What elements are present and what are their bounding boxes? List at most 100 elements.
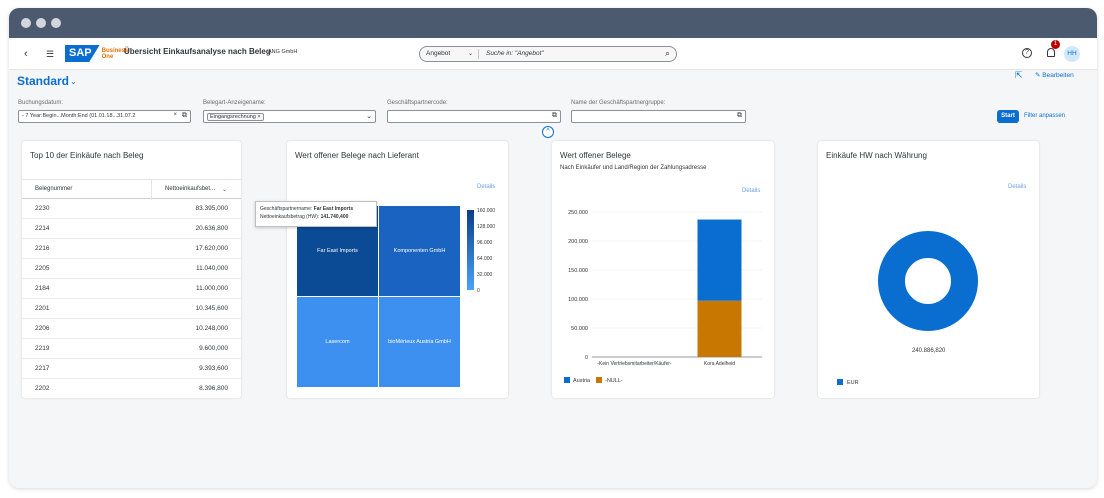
scale-tick: 128.000 [477, 224, 496, 230]
table-row[interactable]: 2217 9.393,600 [22, 359, 241, 379]
table-row[interactable]: 2184 11.000,000 [22, 279, 241, 299]
card-donut-chart[interactable]: Einkäufe HW nach Währung Details EUR 240… [818, 141, 1039, 398]
cell-belegnummer: 2230 [35, 205, 50, 212]
table-row[interactable]: 2201 10.345,600 [22, 299, 241, 319]
table-row[interactable]: 2202 8.396,800 [22, 379, 241, 399]
notification-bell-icon[interactable] [1047, 48, 1055, 57]
edit-button-label: Bearbeiten [1042, 72, 1074, 79]
bar-segment[interactable] [697, 300, 742, 357]
treemap-cell[interactable]: Lasercom [297, 297, 378, 387]
donut-chart: EUR [837, 231, 978, 386]
value-help-icon[interactable]: ⧉ [182, 112, 187, 120]
bar-segment[interactable] [697, 219, 742, 301]
search-divider [478, 49, 479, 59]
treemap-cell-label: bioMérieux Austria GmbH [388, 339, 451, 345]
y-tick-label: 200.000 [568, 239, 588, 245]
window-dot-close[interactable] [21, 18, 31, 28]
card-treemap[interactable]: Wert offener Belege nach Lieferant Detai… [287, 141, 508, 398]
sap-logo[interactable]: SAP Business One [65, 44, 128, 63]
color-scale-bar [467, 210, 474, 290]
avatar[interactable]: HH [1064, 46, 1080, 62]
search-scope-select[interactable]: Angebot [426, 50, 450, 57]
cell-betrag: 10.345,600 [195, 305, 228, 312]
collapse-header-button[interactable]: ^ [542, 126, 554, 138]
y-tick-label: 50.000 [571, 326, 588, 332]
table-header: Belegnummer Nettoeinkaufsbet... ⌄ [22, 179, 241, 200]
details-link[interactable]: Details [477, 184, 495, 190]
global-search[interactable]: Angebot ⌄ Suche in: "Angebot" ⌕ [419, 46, 677, 62]
tooltip-label: Geschäftspartnername: [260, 206, 313, 212]
x-tick-label: -Kein Vertriebsmitarbeiter/Käufer- [597, 361, 672, 367]
bar-chart: 250.000 200.000 150.000 100.000 50.000 0 -Kein… [564, 210, 762, 384]
window-dot-maximize[interactable] [51, 18, 61, 28]
cell-betrag: 17.620,000 [195, 245, 228, 252]
back-icon[interactable]: ‹ [24, 47, 28, 61]
chevron-down-icon[interactable]: ⌄ [468, 50, 473, 57]
x-tick-label: Kora Adelheid [704, 361, 735, 367]
scale-tick: 160.000 [477, 208, 496, 214]
treemap-cell-label: Far East Imports [317, 248, 358, 254]
treemap-cell[interactable]: Komponenten GmbH [379, 206, 460, 296]
scale-tick: 32.000 [477, 272, 493, 278]
search-icon[interactable]: ⌕ [665, 48, 670, 59]
card-top10[interactable]: Top 10 der Einkäufe nach Beleg Belegnumm… [22, 141, 241, 399]
treemap-cell[interactable]: bioMérieux Austria GmbH [379, 297, 460, 387]
treemap-cell-label: Komponenten GmbH [393, 248, 446, 254]
clear-icon[interactable]: × [173, 112, 177, 118]
column-header-betrag[interactable]: Nettoeinkaufsbet... [165, 186, 215, 192]
value-help-icon[interactable]: ⧉ [552, 112, 557, 120]
table-row[interactable]: 2205 11.040,000 [22, 259, 241, 279]
card-bar-chart[interactable]: Wert offener Belege Nach Einkäufer und L… [552, 141, 774, 398]
card-title: Top 10 der Einkäufe nach Beleg [30, 151, 144, 160]
chevron-down-icon[interactable]: ⌄ [70, 77, 77, 86]
shell-bar: ‹ ☰ SAP Business One Übersicht Einkaufsa… [9, 38, 1097, 70]
cell-betrag: 11.000,000 [195, 285, 228, 292]
filter-buchungsdatum-input[interactable]: - 7 Year:Begin...Month:End (01.01.18...3… [18, 110, 191, 123]
scale-tick: 64.000 [477, 256, 493, 262]
cell-belegnummer: 2217 [35, 365, 50, 372]
table-row[interactable]: 2216 17.620,000 [22, 239, 241, 259]
notification-badge: 1 [1051, 40, 1060, 49]
sort-filter-icon[interactable]: ⌄ [222, 186, 227, 193]
filter-belegart-token[interactable]: Eingangsrechnung × [207, 113, 264, 121]
cell-betrag: 10.248,000 [195, 325, 228, 332]
menu-list-icon[interactable]: ☰ [46, 47, 54, 61]
table-row[interactable]: 2219 9.600,000 [22, 339, 241, 359]
variant-title[interactable]: Standard [17, 74, 69, 88]
share-icon[interactable]: ⇱ [1015, 70, 1023, 81]
y-tick-label: 0 [585, 355, 588, 361]
company-name: ANG GmbH [268, 49, 298, 55]
search-input[interactable]: Suche in: "Angebot" [486, 50, 544, 57]
cell-belegnummer: 2202 [35, 385, 50, 392]
app-window: ‹ ☰ SAP Business One Übersicht Einkaufsa… [9, 8, 1097, 488]
cell-betrag: 9.393,600 [199, 365, 228, 372]
column-header-belegnummer[interactable]: Belegnummer [35, 186, 72, 192]
y-tick-label: 100.000 [568, 297, 588, 303]
treemap-cell-label: Lasercom [325, 339, 350, 345]
legend-label[interactable]: Austria [573, 378, 591, 384]
scale-tick: 96.000 [477, 240, 493, 246]
chevron-down-icon[interactable]: ⌄ [366, 112, 372, 120]
donut-slice[interactable] [878, 231, 978, 331]
table-row[interactable]: 2214 20.636,800 [22, 219, 241, 239]
filter-partnercode-input[interactable]: ⧉ [387, 110, 561, 123]
help-icon[interactable]: ? [1022, 48, 1032, 58]
legend-label[interactable]: -NULL- [605, 378, 623, 384]
donut-value-label: 240.886,820 [912, 348, 946, 354]
window-dot-minimize[interactable] [36, 18, 46, 28]
start-button[interactable]: Start [997, 110, 1019, 123]
scale-tick: 0 [477, 288, 480, 294]
cell-belegnummer: 2206 [35, 325, 50, 332]
filter-partnergruppe-input[interactable]: ⧉ [571, 110, 746, 123]
table-row[interactable]: 2206 10.248,000 [22, 319, 241, 339]
edit-button[interactable]: ✎ Bearbeiten [1035, 71, 1074, 79]
window-titlebar [9, 8, 1097, 38]
filter-belegart-select[interactable]: Eingangsrechnung × ⌄ [203, 110, 376, 123]
table-row[interactable]: 2230 83.395,000 [22, 199, 241, 219]
app-title: Übersicht Einkaufsanalyse nach Beleg [124, 47, 271, 56]
tooltip-value: 141.740,400 [320, 214, 349, 220]
cell-betrag: 9.600,000 [199, 345, 228, 352]
adapt-filters-button[interactable]: Filter anpassen [1024, 113, 1065, 119]
legend-label[interactable]: EUR [847, 380, 859, 386]
value-help-icon[interactable]: ⧉ [737, 112, 742, 120]
